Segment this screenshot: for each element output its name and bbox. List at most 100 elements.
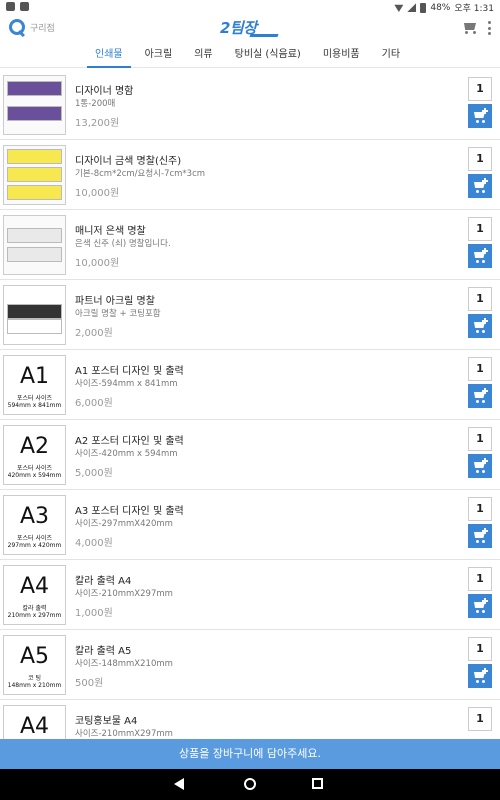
product-thumbnail: A4 칼라 출력 210mm x 297mm — [3, 565, 66, 625]
cart-plus-icon — [482, 388, 488, 394]
add-to-cart-button[interactable] — [468, 174, 492, 198]
add-to-cart-button[interactable] — [468, 664, 492, 688]
card-image — [7, 247, 62, 262]
card-image — [7, 228, 62, 243]
thumb-dimensions: 148mm x 210mm — [7, 682, 62, 689]
thumb-dimensions: 210mm x 297mm — [7, 612, 62, 619]
tab-pantry[interactable]: 탕비실 (식음료) — [227, 46, 309, 68]
product-price: 500원 — [75, 678, 104, 689]
product-thumbnail: A4 — [3, 705, 66, 739]
list-item[interactable]: A3 포스터 사이즈 297mm x 420mm A3 포스터 디자인 및 출력… — [0, 490, 500, 560]
quantity-input[interactable]: 1 — [468, 77, 492, 101]
battery-percent: 48% — [430, 2, 451, 13]
thumb-dimensions: 420mm x 594mm — [7, 472, 62, 479]
card-image — [7, 319, 62, 334]
quantity-input[interactable]: 1 — [468, 217, 492, 241]
product-subtitle: 기본-8cm*2cm/요청시-7cm*3cm — [75, 169, 206, 179]
product-subtitle: 아크릴 명찰 + 코팅포함 — [75, 309, 161, 319]
cart-hint-banner: 상품을 장바구니에 담아주세요. — [0, 739, 500, 769]
product-thumbnail — [3, 215, 66, 275]
list-item[interactable]: 매니저 은색 명찰 은색 신주 (쇠) 명찰입니다. 10,000원 1 — [0, 210, 500, 280]
thumb-caption: 포스터 사이즈 — [16, 465, 53, 472]
add-to-cart-button[interactable] — [468, 244, 492, 268]
product-price: 10,000원 — [75, 188, 120, 199]
app-logo: 2팀장 — [220, 17, 278, 39]
product-title: 코팅홍보물 A4 — [75, 716, 138, 727]
cart-plus-icon — [482, 528, 488, 534]
notification-icons — [6, 2, 29, 11]
clock: 오후 1:31 — [454, 4, 494, 14]
list-item[interactable]: 디자이너 금색 명찰(신주) 기본-8cm*2cm/요청시-7cm*3cm 10… — [0, 140, 500, 210]
product-subtitle: 사이즈-594mm x 841mm — [75, 379, 178, 389]
thumb-caption: 코 팅 — [28, 675, 41, 682]
product-thumbnail: A1 포스터 사이즈 594mm x 841mm — [3, 355, 66, 415]
card-image — [7, 185, 62, 200]
back-icon[interactable] — [174, 778, 184, 790]
more-menu-icon[interactable] — [488, 21, 492, 35]
quantity-input[interactable]: 1 — [468, 357, 492, 381]
quantity-input[interactable]: 1 — [468, 707, 492, 731]
cart-plus-icon — [482, 458, 488, 464]
add-to-cart-button[interactable] — [468, 104, 492, 128]
app-header: 구리점 2팀장 — [0, 14, 500, 46]
list-item[interactable]: 디자이너 명함 1통-200매 13,200원 1 — [0, 70, 500, 140]
product-subtitle: 사이즈-148mmX210mm — [75, 659, 173, 669]
product-title: 매니저 은색 명찰 — [75, 226, 146, 237]
product-price: 4,000원 — [75, 538, 113, 549]
add-to-cart-button[interactable] — [468, 454, 492, 478]
quantity-input[interactable]: 1 — [468, 427, 492, 451]
product-title: 칼라 출력 A4 — [75, 576, 132, 587]
product-price: 5,000원 — [75, 468, 113, 479]
product-subtitle: 사이즈-297mmX420mm — [75, 519, 173, 529]
system-navigation-bar — [0, 769, 500, 800]
product-thumbnail: A2 포스터 사이즈 420mm x 594mm — [3, 425, 66, 485]
store-name: 구리점 — [30, 23, 55, 34]
cart-icon[interactable] — [461, 21, 478, 35]
tab-beauty-supplies[interactable]: 미용비품 — [315, 46, 368, 68]
add-to-cart-button[interactable] — [468, 524, 492, 548]
quantity-input[interactable]: 1 — [468, 147, 492, 171]
cart-plus-icon — [482, 318, 488, 324]
cart-plus-icon — [482, 668, 488, 674]
quantity-input[interactable]: 1 — [468, 637, 492, 661]
recent-apps-icon[interactable] — [312, 778, 323, 789]
list-item[interactable]: 파트너 아크릴 명찰 아크릴 명찰 + 코팅포함 2,000원 1 — [0, 280, 500, 350]
product-thumbnail — [3, 145, 66, 205]
product-title: A2 포스터 디자인 및 출력 — [75, 436, 184, 447]
search-icon[interactable] — [8, 18, 26, 36]
list-item[interactable]: A4 칼라 출력 210mm x 297mm 칼라 출력 A4 사이즈-210m… — [0, 560, 500, 630]
status-bar: 48% 오후 1:31 — [0, 0, 500, 14]
list-item[interactable]: A2 포스터 사이즈 420mm x 594mm A2 포스터 디자인 및 출력… — [0, 420, 500, 490]
battery-icon — [420, 2, 427, 13]
tab-acrylic[interactable]: 아크릴 — [137, 46, 181, 68]
product-subtitle: 사이즈-210mmX297mm — [75, 729, 173, 739]
tab-etc[interactable]: 기타 — [374, 46, 408, 68]
card-image — [7, 167, 62, 182]
list-item[interactable]: A1 포스터 사이즈 594mm x 841mm A1 포스터 디자인 및 출력… — [0, 350, 500, 420]
quantity-input[interactable]: 1 — [468, 287, 492, 311]
home-icon[interactable] — [244, 778, 256, 790]
card-image — [7, 106, 62, 121]
product-price: 1,000원 — [75, 608, 113, 619]
product-thumbnail — [3, 75, 66, 135]
add-to-cart-button[interactable] — [468, 594, 492, 618]
list-item[interactable]: A5 코 팅 148mm x 210mm 칼라 출력 A5 사이즈-148mmX… — [0, 630, 500, 700]
paper-size-label: A5 — [19, 644, 50, 669]
quantity-input[interactable]: 1 — [468, 497, 492, 521]
product-title: 디자이너 금색 명찰(신주) — [75, 156, 182, 167]
card-image — [7, 81, 62, 96]
wifi-icon — [394, 4, 404, 12]
card-image — [7, 149, 62, 164]
paper-size-label: A1 — [19, 364, 50, 389]
product-price: 2,000원 — [75, 328, 113, 339]
tab-print[interactable]: 인쇄물 — [87, 46, 131, 68]
product-title: 디자이너 명함 — [75, 86, 134, 97]
paper-size-label: A2 — [19, 434, 50, 459]
add-to-cart-button[interactable] — [468, 384, 492, 408]
quantity-input[interactable]: 1 — [468, 567, 492, 591]
add-to-cart-button[interactable] — [468, 314, 492, 338]
tab-clothing[interactable]: 의류 — [186, 46, 220, 68]
store-search[interactable]: 구리점 — [8, 18, 55, 36]
product-subtitle: 은색 신주 (쇠) 명찰입니다. — [75, 239, 171, 249]
list-item[interactable]: A4 코팅홍보물 A4 사이즈-210mmX297mm 1 — [0, 700, 500, 739]
